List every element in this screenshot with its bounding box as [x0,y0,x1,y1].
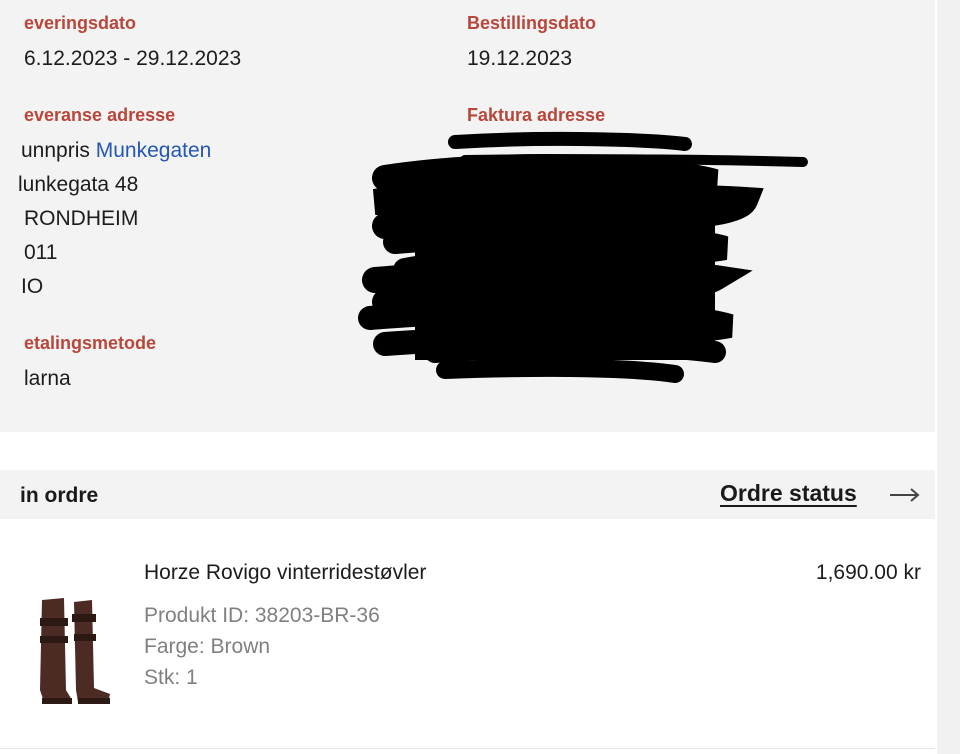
divider [0,748,935,749]
order-date-value: 19.12.2023 [467,47,573,70]
address-country: IO [21,275,44,298]
product-name[interactable]: Horze Rovigo vinterridestøvler [144,561,426,585]
order-date-label: Bestillingsdato [467,13,597,33]
payment-method-label: etalingsmetode [24,333,157,353]
product-id: Produkt ID: 38203-BR-36 [144,604,380,627]
delivery-date-value: 6.12.2023 - 29.12.2023 [24,47,242,70]
right-arrow-icon[interactable] [888,486,922,504]
invoice-address-label: Faktura adresse [467,105,606,125]
payment-method-value: larna [24,367,71,390]
boot-image [40,598,110,704]
product-price: 1,690.00 kr [815,561,921,584]
delivery-address-label: everanse adresse [24,105,176,125]
scroll-edge [935,0,960,754]
address-postcode: 011 [24,241,58,264]
redaction-scribble [358,131,808,383]
delivery-date-label: everingsdato [24,13,137,33]
product-color: Farge: Brown [144,635,271,658]
address-street: lunkegata 48 [18,173,139,196]
address-city: RONDHEIM [24,207,139,230]
order-title: in ordre [20,484,99,507]
product-quantity: Stk: 1 [144,666,198,689]
delivery-store-line: unnpris Munkegaten [21,139,211,163]
scrollbar-track[interactable] [937,0,960,754]
order-status-link[interactable]: Ordre status [720,480,857,507]
store-name: unnpris [21,139,90,162]
store-link[interactable]: Munkegaten [96,139,212,162]
